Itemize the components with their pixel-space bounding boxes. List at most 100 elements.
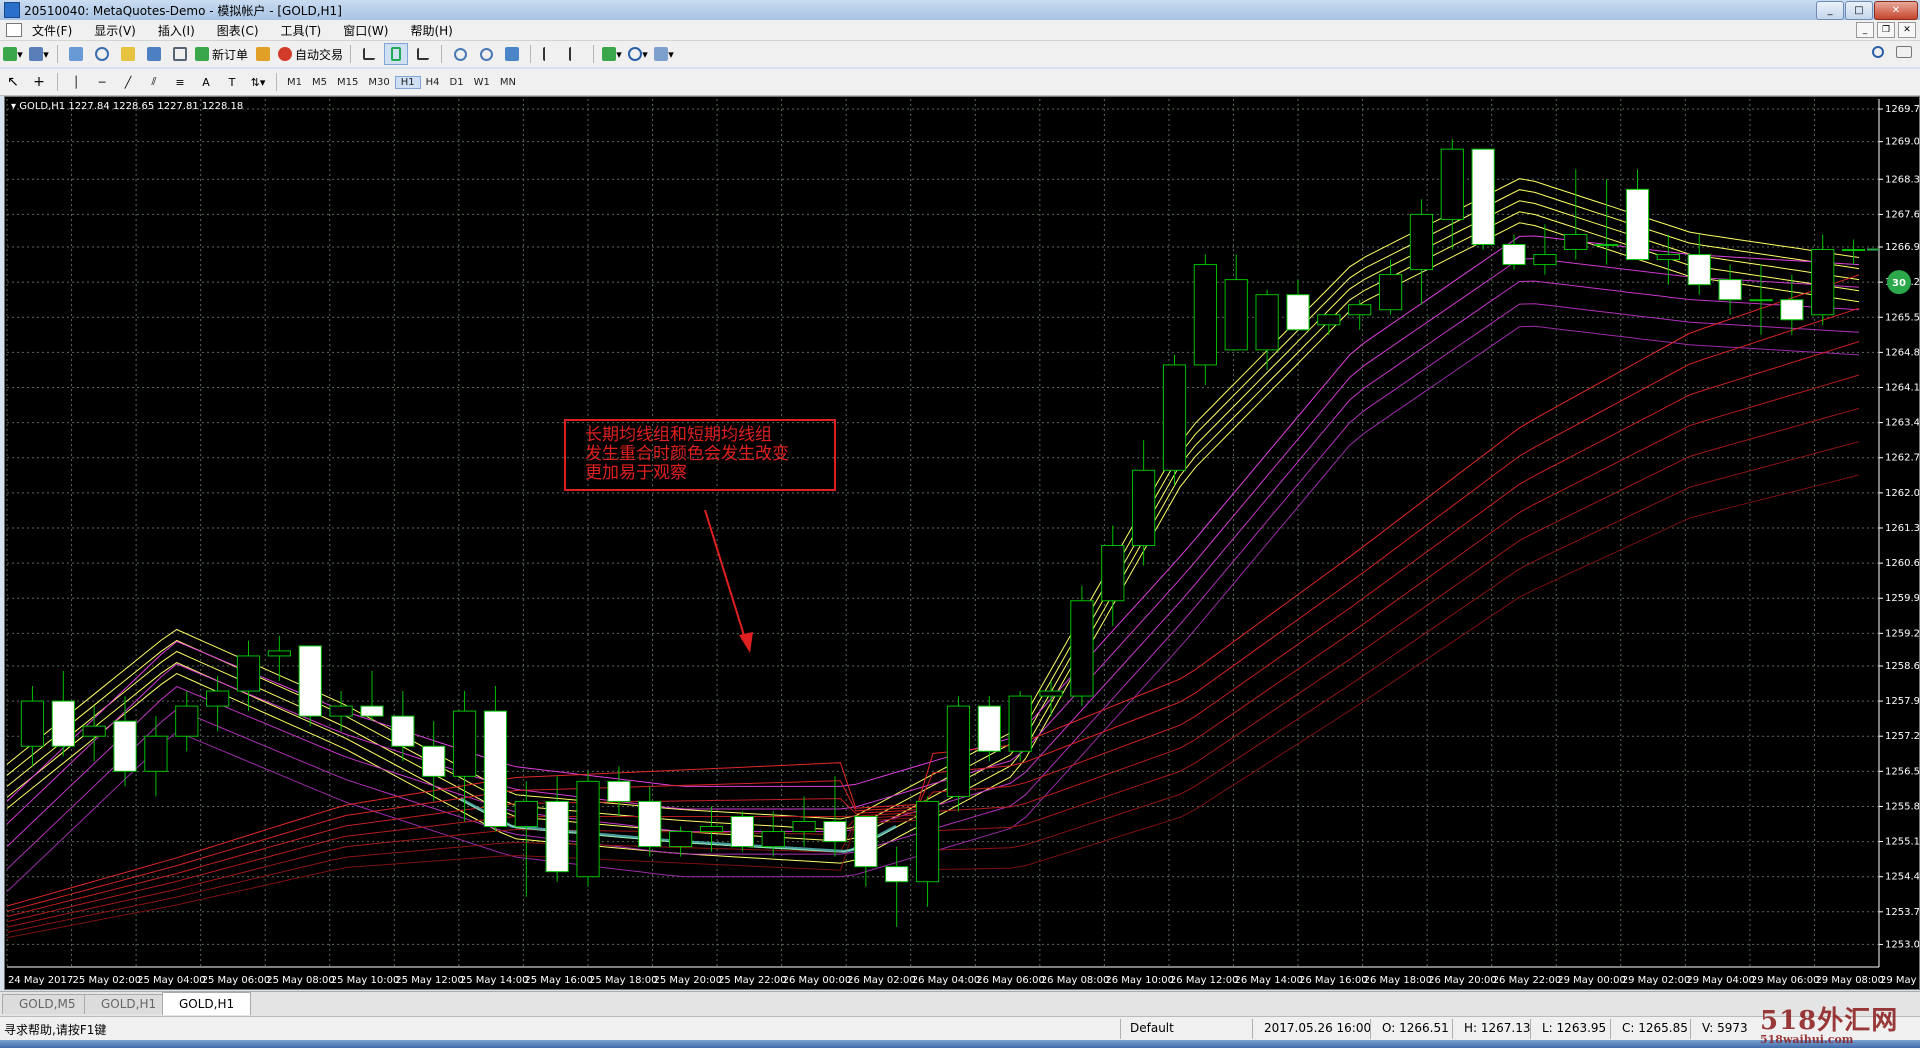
tab-gold-h1-active[interactable]: GOLD,H1 [162, 992, 252, 1015]
window-controls: _ □ ✕ [1815, 1, 1918, 20]
indicators-button[interactable]: ▾ [601, 44, 623, 64]
price-tick-label: 1255.80 [1885, 801, 1919, 812]
time-tick-label: 26 May 12:00 [1170, 975, 1239, 986]
timeframe-h1[interactable]: H1 [394, 75, 421, 89]
menu-view[interactable]: 显示(V) [94, 22, 136, 39]
line-chart-button[interactable] [412, 44, 434, 64]
candle-bearish [1718, 279, 1742, 301]
new-order-button[interactable]: 新订单 [195, 44, 248, 64]
status-divider [1252, 1019, 1253, 1039]
horizontal-line-tool[interactable]: ─ [91, 72, 113, 92]
menu-chart[interactable]: 图表(C) [217, 22, 259, 39]
maximize-button[interactable]: □ [1845, 1, 1873, 20]
candle-bullish [576, 780, 600, 878]
time-tick-label: 29 May 00:00 [1557, 975, 1626, 986]
zoom-out-button[interactable] [475, 44, 497, 64]
navigator-button[interactable] [117, 44, 139, 64]
tab-gold-h1[interactable]: GOLD,H1 [84, 994, 174, 1014]
candle-bullish [946, 705, 971, 797]
document-icon[interactable] [6, 23, 22, 37]
candle-bullish [1409, 213, 1434, 271]
watermark-text: 518外汇网 [1760, 1006, 1899, 1036]
mdi-controls: _ ❐ ✕ [1853, 22, 1916, 38]
auto-scroll-button[interactable] [538, 44, 560, 64]
candle-bullish [1656, 254, 1680, 261]
candle-bullish [1255, 294, 1279, 351]
timeframe-h4[interactable]: H4 [421, 77, 445, 88]
text-tool[interactable]: A [195, 72, 217, 92]
terminal-button[interactable] [143, 44, 165, 64]
menu-help[interactable]: 帮助(H) [410, 22, 452, 39]
candlestick-button[interactable] [384, 43, 409, 65]
auto-trading-button[interactable]: 自动交易 [278, 44, 343, 64]
chat-icon[interactable] [1896, 46, 1912, 58]
timeframe-d1[interactable]: D1 [445, 77, 469, 88]
price-tick-label: 1268.30 [1885, 174, 1919, 185]
timeframe-m1[interactable]: M1 [282, 77, 307, 88]
candle-bullish [1811, 249, 1835, 316]
vertical-line-tool[interactable]: │ [65, 72, 87, 92]
text-label-tool[interactable]: T [221, 72, 243, 92]
chart-window[interactable]: 24 May 2017 25 May 02:00 25 May 04:00 25 Ma… [4, 96, 1920, 990]
zoom-in-button[interactable] [449, 44, 471, 64]
ma-line-short [6, 211, 1860, 853]
timeframe-w1[interactable]: W1 [469, 77, 495, 88]
time-tick-label: 25 May 02:00 [73, 975, 142, 986]
annotation-text: 长期均线组和短期均线组 [585, 425, 772, 445]
mdi-restore-button[interactable]: ❐ [1877, 22, 1895, 38]
time-tick-label: 25 May 06:00 [202, 975, 271, 986]
price-tick-label: 1264.15 [1885, 382, 1919, 393]
menu-window[interactable]: 窗口(W) [343, 22, 388, 39]
timeframe-m15[interactable]: M15 [332, 77, 363, 88]
price-tick-label: 1262.05 [1885, 488, 1919, 499]
search-icon[interactable] [1872, 46, 1884, 58]
candle-bullish [206, 690, 230, 707]
crosshair-tool[interactable]: + [28, 72, 50, 92]
candle-bearish [483, 710, 508, 828]
chart-shift-button[interactable] [564, 44, 586, 64]
timeframe-m5[interactable]: M5 [307, 77, 332, 88]
annotation-arrowhead [739, 632, 753, 653]
price-marker-label: 30 [1892, 278, 1906, 289]
timeframe-m30[interactable]: M30 [363, 77, 394, 88]
minimize-button[interactable]: _ [1816, 1, 1844, 20]
strategy-tester-button[interactable] [169, 44, 191, 64]
mdi-minimize-button[interactable]: _ [1856, 22, 1874, 38]
new-chart-button[interactable]: ▾ [2, 44, 24, 64]
templates-button[interactable]: ▾ [653, 44, 675, 64]
auto-trading-label: 自动交易 [295, 47, 344, 62]
ma-line-mid [6, 235, 1860, 802]
status-divider [1610, 1019, 1611, 1039]
tile-windows-button[interactable] [501, 44, 523, 64]
candle-bullish [699, 826, 724, 833]
status-divider [1120, 1019, 1121, 1039]
price-tick-label: 1257.20 [1885, 731, 1919, 742]
channel-tool[interactable]: ⫽ [143, 72, 165, 92]
price-chart[interactable]: 24 May 2017 25 May 02:0025 May 04:0025 Ma… [5, 97, 1919, 989]
candle-bullish [1564, 233, 1588, 251]
menu-insert[interactable]: 插入(I) [158, 22, 195, 39]
menu-file[interactable]: 文件(F) [32, 22, 72, 39]
toolbar-separator [350, 45, 352, 63]
trendline-tool[interactable]: ╱ [117, 72, 139, 92]
profiles-button[interactable]: ▾ [28, 44, 50, 64]
close-button[interactable]: ✕ [1874, 1, 1918, 20]
chart-tabs: GOLD,M5 GOLD,H1 GOLD,H1 [0, 991, 1920, 1016]
cursor-tool[interactable]: ↖ [2, 72, 24, 92]
metaeditor-button[interactable] [252, 44, 274, 64]
timeframe-mn[interactable]: MN [495, 77, 521, 88]
menu-tools[interactable]: 工具(T) [281, 22, 322, 39]
candle-bearish [391, 715, 415, 747]
auto-scroll-icon [543, 47, 555, 61]
market-watch-button[interactable] [65, 44, 87, 64]
arrows-tool[interactable]: ⇅▾ [247, 72, 269, 92]
fibonacci-tool[interactable]: ≡ [169, 72, 191, 92]
bar-chart-button[interactable] [358, 44, 380, 64]
mdi-close-button[interactable]: ✕ [1898, 22, 1916, 38]
tab-gold-m5[interactable]: GOLD,M5 [2, 994, 93, 1014]
templates-icon [654, 47, 669, 61]
time-tick-label: 25 May 14:00 [460, 975, 529, 986]
periods-button[interactable]: ▾ [627, 44, 649, 64]
data-window-button[interactable] [91, 44, 113, 64]
time-tick-label: 26 May 04:00 [912, 975, 981, 986]
